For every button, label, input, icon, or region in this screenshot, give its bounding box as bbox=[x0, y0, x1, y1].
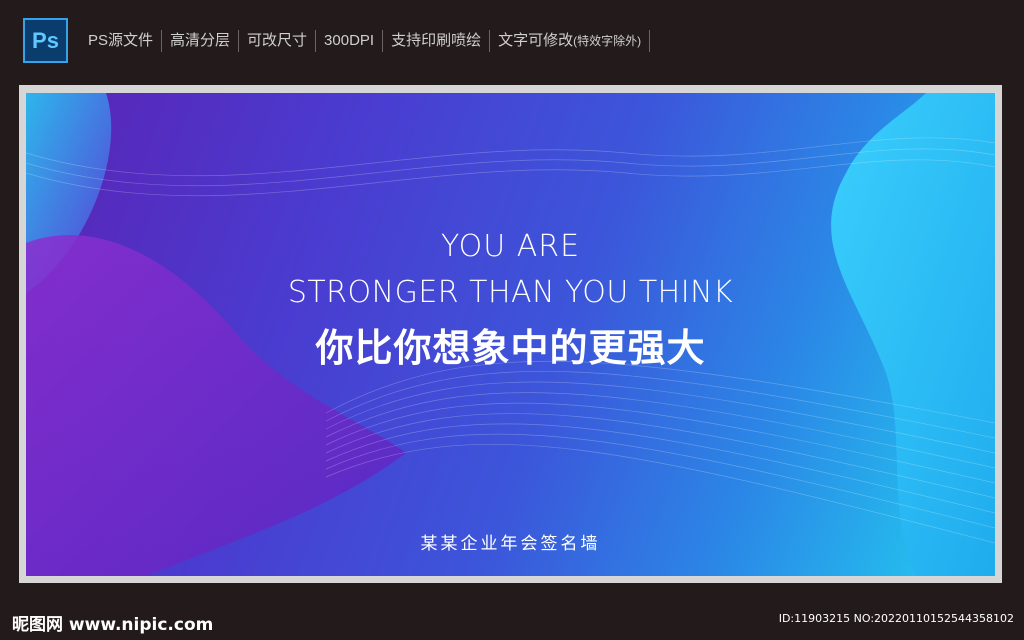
poster-canvas: YOU ARE STRONGER THAN YOU THINK 你比你想象中的更… bbox=[26, 93, 995, 576]
feature-item: 支持印刷喷绘 bbox=[383, 30, 491, 52]
feature-note: (特效字除外) bbox=[573, 34, 642, 48]
feature-item: 可改尺寸 bbox=[239, 30, 317, 52]
feature-label: 文字可修改 bbox=[498, 32, 574, 49]
feature-item: 300DPI bbox=[316, 30, 384, 52]
header-bar: Ps PS源文件 高清分层 可改尺寸 300DPI 支持印刷喷绘 文字可修改(特… bbox=[0, 0, 1024, 82]
photoshop-logo-icon: Ps bbox=[23, 18, 68, 63]
feature-item: 高清分层 bbox=[162, 30, 240, 52]
feature-item-text-editable: 文字可修改(特效字除外) bbox=[490, 30, 651, 52]
image-id-text: ID:11903215 NO:20220110152544358102 bbox=[778, 612, 1014, 625]
poster-subtitle: 某某企业年会签名墙 bbox=[420, 534, 601, 554]
headline-line-1: YOU ARE bbox=[440, 229, 581, 264]
nipic-watermark: 昵图网 www.nipic.com bbox=[12, 615, 214, 635]
feature-item: PS源文件 bbox=[80, 30, 163, 52]
feature-list: PS源文件 高清分层 可改尺寸 300DPI 支持印刷喷绘 文字可修改(特效字除… bbox=[80, 26, 651, 56]
headline-line-2: STRONGER THAN YOU THINK bbox=[287, 275, 734, 310]
headline-chinese: 你比你想象中的更强大 bbox=[315, 326, 706, 370]
poster-frame: YOU ARE STRONGER THAN YOU THINK 你比你想象中的更… bbox=[19, 85, 1002, 583]
